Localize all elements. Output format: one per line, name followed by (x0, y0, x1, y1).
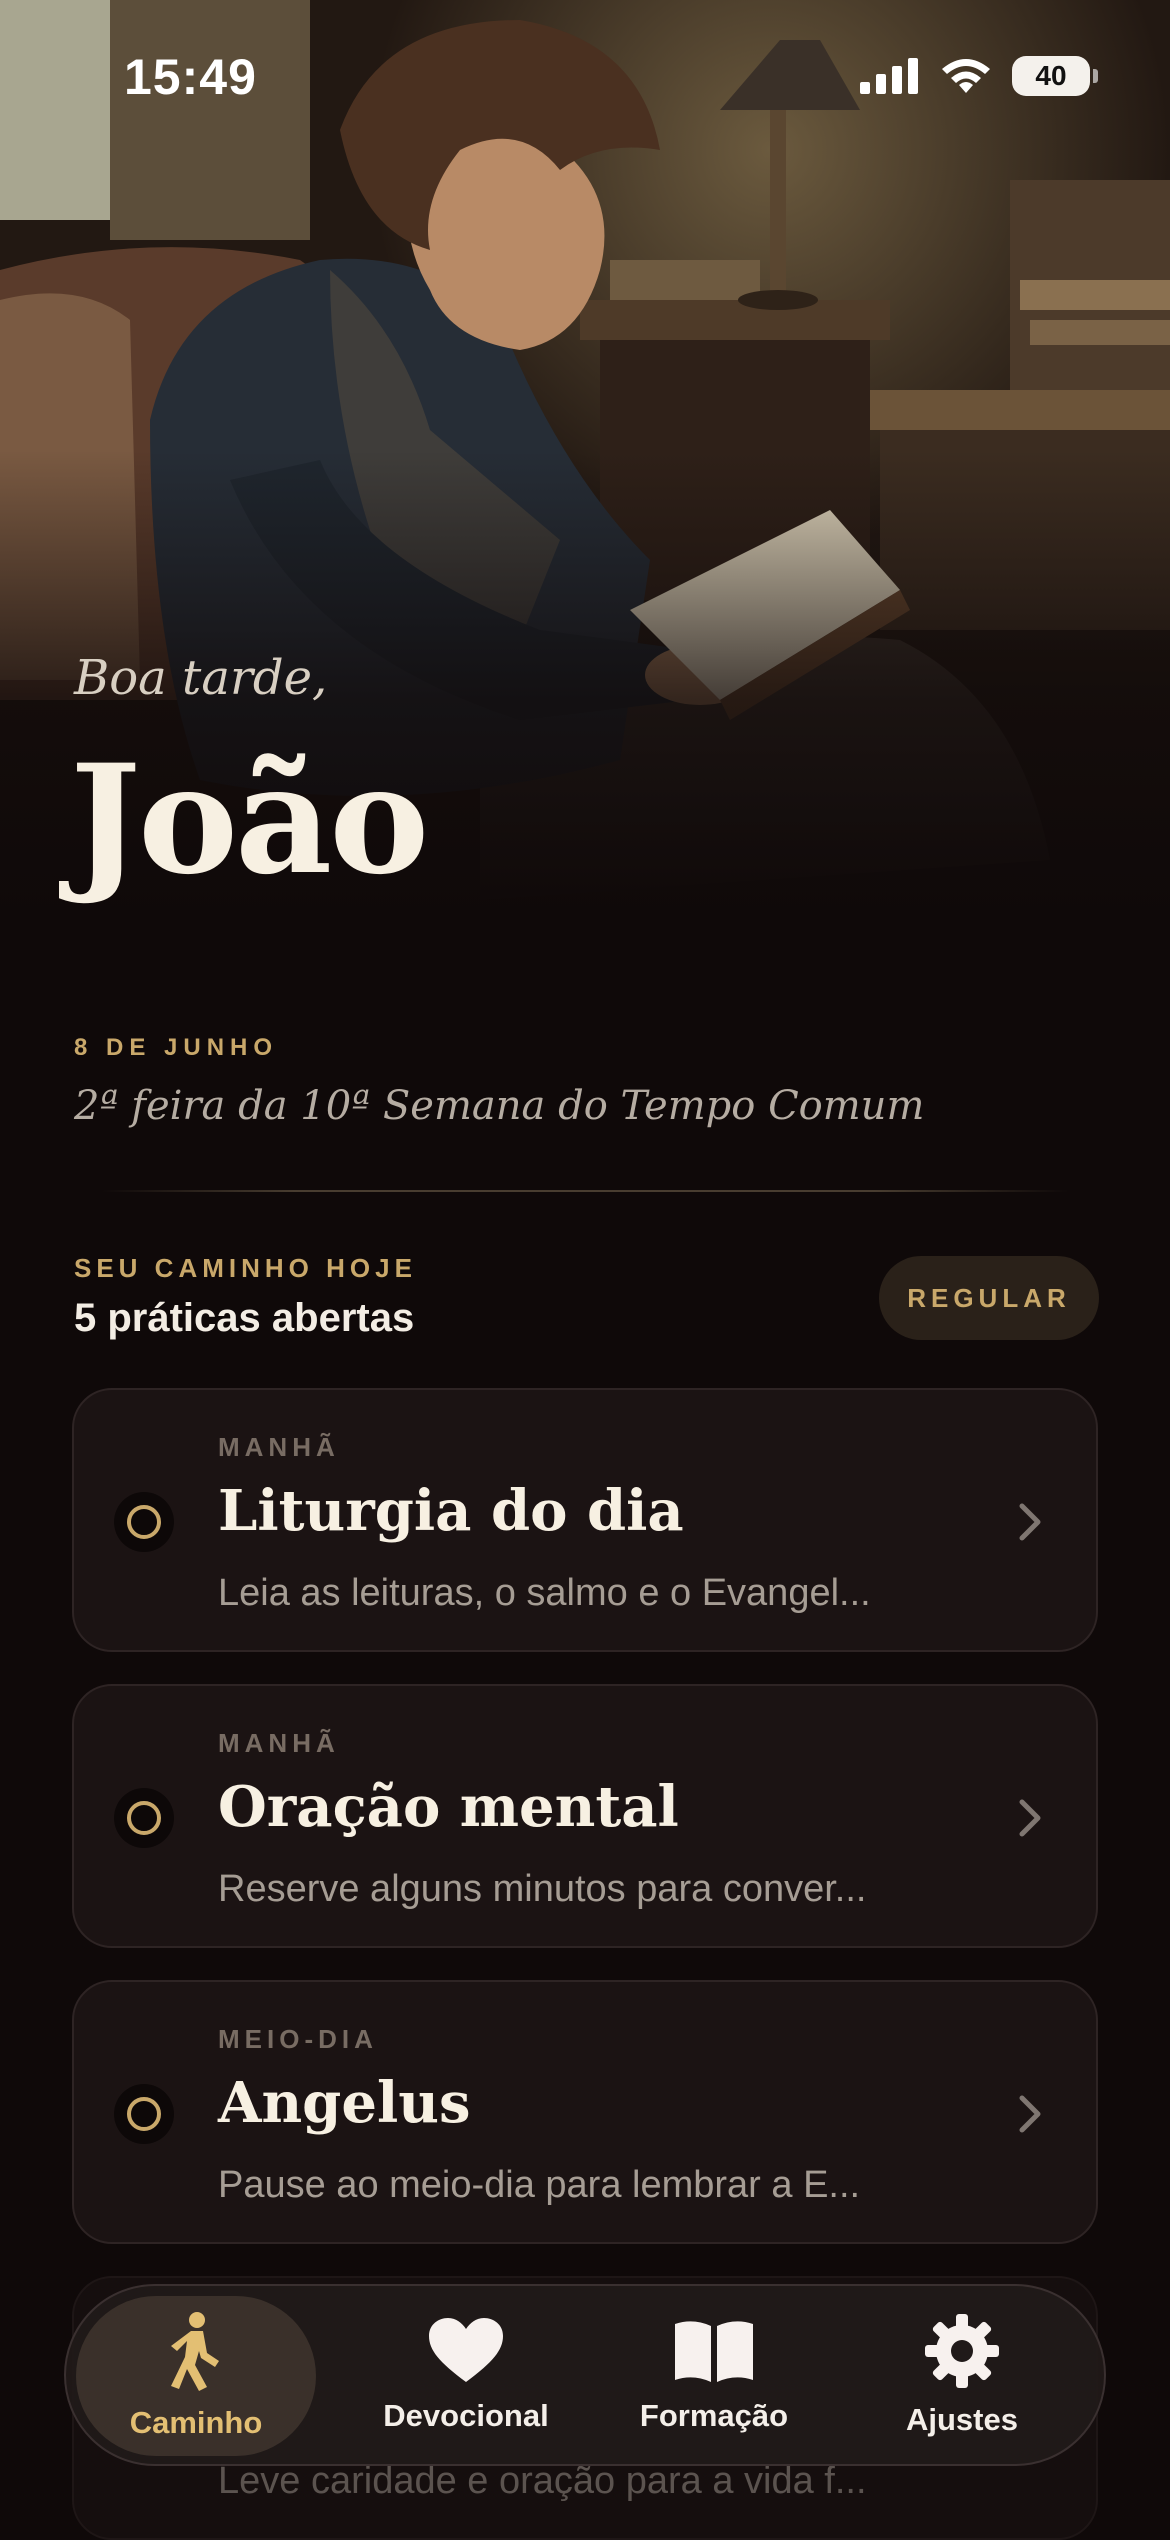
user-name: João (70, 732, 429, 908)
regular-mode-button[interactable]: REGULAR (879, 1256, 1099, 1340)
tab-ajustes[interactable]: Ajustes (842, 2296, 1082, 2456)
liturgical-day: 2ª feira da 10ª Semana do Tempo Comum (74, 1083, 925, 1129)
cellular-signal-icon (860, 58, 918, 94)
practices-count: 5 práticas abertas (74, 1296, 415, 1340)
practice-time: MANHÃ (218, 1728, 340, 1758)
practice-card-oracao[interactable]: MANHÃ Oração mental Reserve alguns minut… (72, 1684, 1098, 1948)
heart-icon (429, 2318, 503, 2382)
battery-indicator: 40 (1012, 56, 1098, 96)
tab-devocional[interactable]: Devocional (346, 2296, 586, 2456)
gear-icon (925, 2314, 999, 2388)
practice-title: Angelus (218, 2070, 471, 2136)
tab-label: Devocional (383, 2398, 549, 2433)
bottom-tab-bar: Caminho Devocional Formação Ajustes (64, 2284, 1106, 2466)
tab-label: Ajustes (906, 2402, 1018, 2437)
walking-icon (171, 2312, 219, 2391)
tab-label: Formação (639, 2398, 789, 2433)
chevron-right-icon (1019, 2095, 1041, 2133)
checkbox-circle-icon[interactable] (114, 2084, 174, 2144)
practice-title: Oração mental (218, 1774, 679, 1840)
status-time: 15:49 (124, 49, 257, 105)
chevron-right-icon (1019, 1503, 1041, 1541)
status-icons: 40 (860, 56, 1098, 96)
divider (102, 1190, 1068, 1192)
practice-time: MANHÃ (218, 1432, 340, 1462)
practice-card-liturgia[interactable]: MANHÃ Liturgia do dia Leia as leituras, … (72, 1388, 1098, 1652)
practice-description: Leve caridade e oração para a vida f... (218, 2460, 867, 2502)
wifi-icon (942, 59, 990, 93)
tab-label: Caminho (129, 2405, 263, 2440)
section-label: SEU CAMINHO HOJE (74, 1253, 417, 1283)
tab-caminho[interactable]: Caminho (76, 2296, 316, 2456)
date-label: 8 DE JUNHO (74, 1034, 279, 1061)
tab-formacao[interactable]: Formação (594, 2296, 834, 2456)
checkbox-circle-icon[interactable] (114, 1788, 174, 1848)
practice-card-angelus[interactable]: MEIO-DIA Angelus Pause ao meio-dia para … (72, 1980, 1098, 2244)
practice-time: MEIO-DIA (218, 2024, 378, 2054)
book-icon (675, 2321, 753, 2382)
chevron-right-icon (1019, 1799, 1041, 1837)
practice-description: Pause ao meio-dia para lembrar a E... (218, 2164, 861, 2206)
greeting-text: Boa tarde, (74, 650, 328, 706)
practice-description: Reserve alguns minutos para conver... (218, 1868, 867, 1910)
practice-title: Liturgia do dia (218, 1478, 684, 1544)
practice-description: Leia as leituras, o salmo e o Evangel... (218, 1572, 871, 1614)
checkbox-circle-icon[interactable] (114, 1492, 174, 1552)
